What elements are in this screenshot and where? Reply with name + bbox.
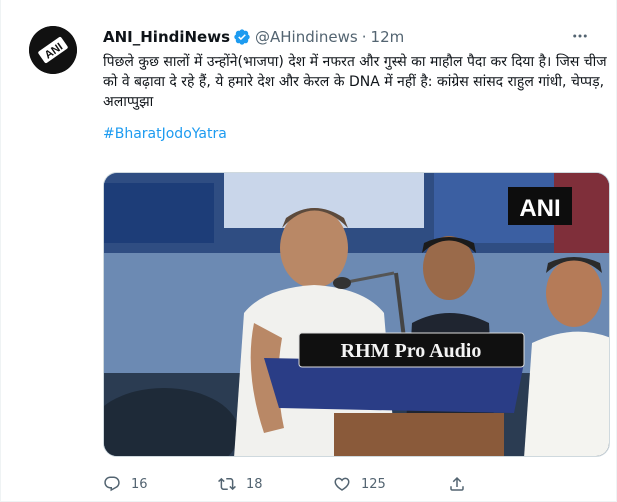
- reply-icon: [104, 476, 120, 492]
- share-button[interactable]: [448, 475, 563, 493]
- media-watermark: ANI: [519, 195, 560, 222]
- timeline-column: ANI ANI_HindiNews @AHindinews · 12m पिछल…: [0, 0, 617, 502]
- avatar[interactable]: ANI: [29, 26, 77, 74]
- tweet-media-image[interactable]: RHM Pro Audio ANI: [103, 172, 610, 457]
- like-icon: [334, 477, 350, 491]
- retweet-count: 18: [246, 476, 263, 492]
- reply-button[interactable]: 16: [103, 475, 218, 493]
- tweet-text: पिछले कुछ सालों में उन्होंने(भाजपा) देश …: [103, 54, 607, 110]
- retweet-icon: [218, 477, 236, 491]
- tweet-header: ANI_HindiNews @AHindinews · 12m: [103, 26, 594, 48]
- display-name[interactable]: ANI_HindiNews: [103, 28, 230, 46]
- podium-label: RHM Pro Audio: [341, 340, 482, 362]
- like-count: 125: [361, 476, 386, 492]
- ani-logo-icon: ANI: [29, 26, 77, 74]
- tweet-card[interactable]: ANI ANI_HindiNews @AHindinews · 12m पिछल…: [17, 14, 610, 502]
- share-icon: [450, 476, 464, 491]
- tweet-content: ANI_HindiNews @AHindinews · 12m पिछले कु…: [103, 24, 610, 492]
- handle[interactable]: @AHindinews: [255, 28, 358, 46]
- more-icon[interactable]: [568, 24, 592, 48]
- verified-badge-icon: [234, 29, 250, 45]
- like-button[interactable]: 125: [333, 475, 448, 493]
- timestamp[interactable]: 12m: [371, 28, 405, 46]
- separator: ·: [361, 28, 367, 46]
- reply-count: 16: [131, 476, 148, 492]
- retweet-button[interactable]: 18: [218, 475, 333, 493]
- tweet-actions: 16 18 125: [103, 472, 563, 496]
- rally-photo: RHM Pro Audio ANI: [104, 173, 609, 456]
- hashtag-link[interactable]: #BharatJodoYatra: [103, 126, 594, 146]
